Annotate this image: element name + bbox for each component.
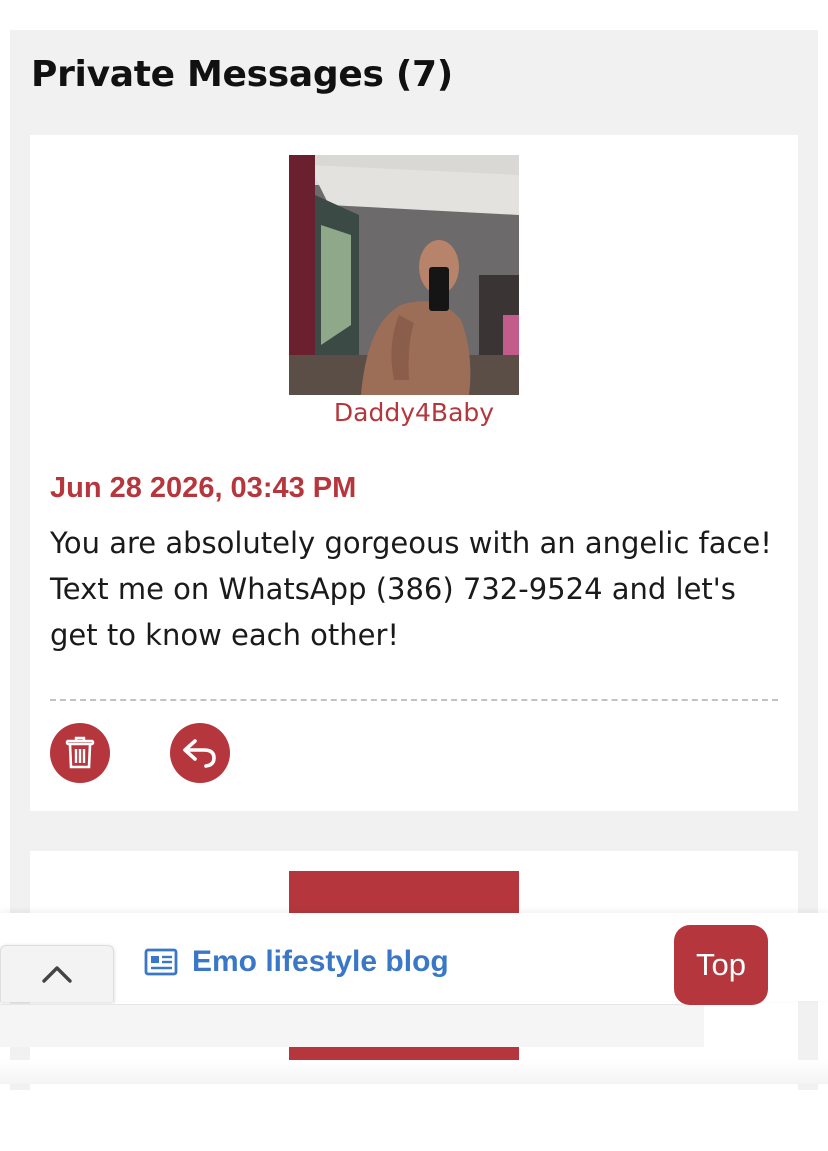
scroll-to-top-button[interactable]: Top: [674, 925, 768, 1005]
profile-photo-icon: [289, 155, 519, 395]
newspaper-icon: [144, 948, 178, 976]
overlay-bottom-strip: [0, 1004, 704, 1047]
reply-message-button[interactable]: [170, 723, 230, 783]
blog-link[interactable]: Emo lifestyle blog: [144, 940, 449, 984]
delete-message-button[interactable]: [50, 723, 110, 783]
message-body: You are absolutely gorgeous with an ange…: [50, 526, 772, 652]
sender-avatar[interactable]: [289, 871, 519, 913]
message-card: Daddy4Baby Jun 28 2026, 03:43 PM You are…: [30, 135, 798, 811]
message-divider: [50, 699, 778, 701]
chevron-up-icon: [42, 966, 72, 983]
trash-icon: [65, 736, 95, 769]
reply-arrow-icon: [183, 739, 216, 768]
panel-title: Private Messages (7): [31, 54, 453, 95]
blog-link-label: Emo lifestyle blog: [192, 945, 449, 978]
sender-username[interactable]: Daddy4Baby: [30, 398, 798, 427]
collapse-toggle-button[interactable]: [0, 945, 114, 1002]
page-bottom-edge: [0, 1060, 828, 1084]
sender-avatar[interactable]: [289, 155, 519, 395]
message-date: Jun 28 2026, 03:43 PM: [50, 472, 357, 504]
